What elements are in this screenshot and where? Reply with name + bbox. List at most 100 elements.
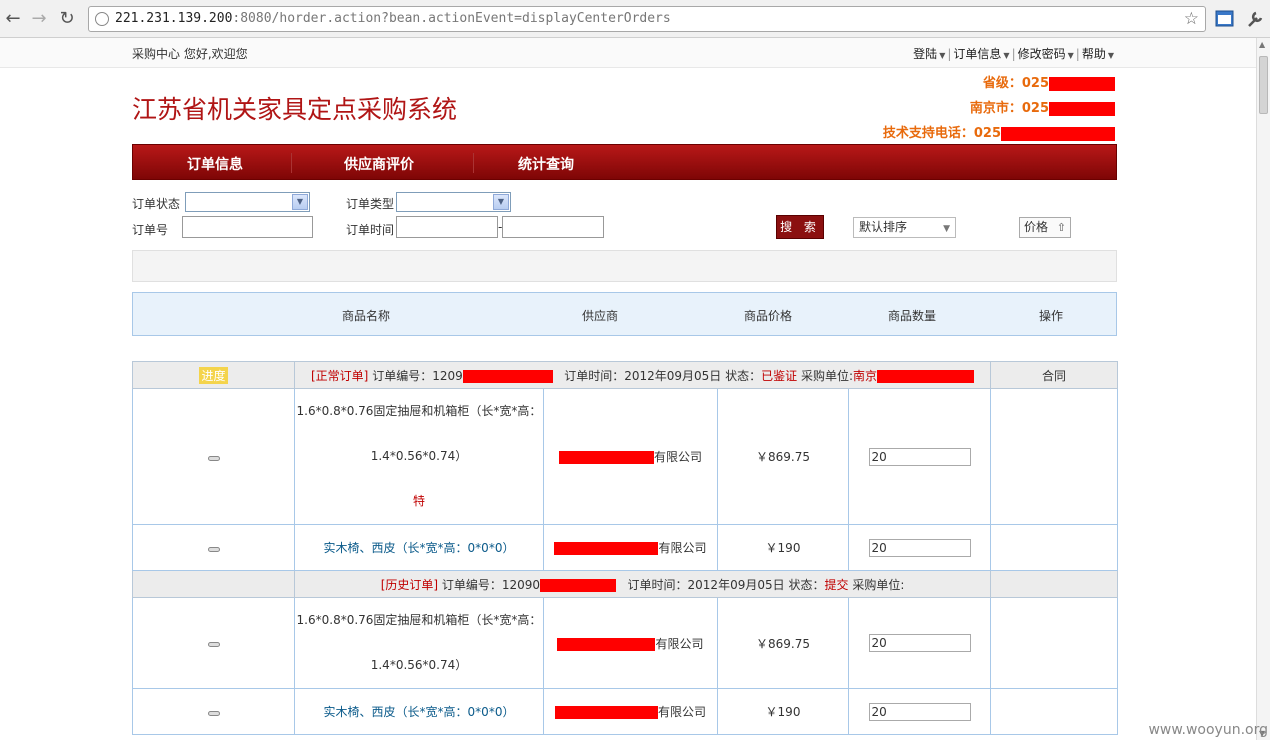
browser-toolbar: ← → ↻ 221.231.139.200:8080/horder.action… <box>0 0 1270 38</box>
quantity-input[interactable]: 20 <box>868 538 971 557</box>
nav-help[interactable]: 帮助 <box>1082 47 1106 61</box>
table-row: 实木椅、西皮（长*宽*高：0*0*0） 有限公司 ￥190 20 <box>132 688 1119 735</box>
vertical-scrollbar[interactable]: ▲ ▼ <box>1256 38 1270 740</box>
contact-support: 技术支持电话：025 <box>883 122 1115 141</box>
product-price: ￥190 <box>717 524 849 571</box>
redaction-bar <box>554 706 658 719</box>
order-type-tag: [历史订单] <box>380 577 439 592</box>
orders-table: 进度 [正常订单] 订单编号：1209 订单时间：2012年09月05日 状态：… <box>132 361 1119 735</box>
menu-supplier-review[interactable]: 供应商评价 <box>344 154 414 174</box>
contact-city: 南京市：025 <box>970 97 1115 116</box>
quantity-input[interactable]: 20 <box>868 702 971 721</box>
order-header-row: [历史订单] 订单编号：12090 订单时间：2012年09月05日 状态：提交… <box>132 570 1119 598</box>
welcome-text: 采购中心 您好,欢迎您 <box>132 47 248 61</box>
col-action: 操作 <box>1038 309 1064 323</box>
progress-tag[interactable]: 进度 <box>199 366 228 384</box>
detail-toggle-icon[interactable] <box>207 642 220 647</box>
quantity-input[interactable]: 20 <box>868 447 971 466</box>
order-status: 已鉴证 <box>761 368 798 383</box>
top-bar: 采购中心 您好,欢迎您 登陆 ▼ | 订单信息 ▼ | 修改密码 ▼ | 帮助 ▼ <box>0 38 1256 68</box>
product-name[interactable]: 1.6*0.8*0.76固定抽屉和机箱柜（长*宽*高： 1.4*0.56*0.7… <box>294 388 544 525</box>
purchasing-unit: 南京 <box>853 368 878 383</box>
address-bar[interactable]: 221.231.139.200:8080/horder.action?bean.… <box>88 6 1206 32</box>
purchasing-unit-label: 采购单位: <box>800 368 854 383</box>
redaction-bar <box>462 369 553 383</box>
col-supplier: 供应商 <box>581 309 619 323</box>
chevron-down-icon: ▼ <box>943 224 950 234</box>
time-start-input[interactable] <box>396 216 498 238</box>
chevron-down-icon: ▼ <box>1003 51 1010 60</box>
reload-icon[interactable]: ↻ <box>56 8 78 30</box>
redaction-bar <box>558 451 654 464</box>
status-select[interactable]: ▼ <box>185 192 310 212</box>
product-name[interactable]: 实木椅、西皮（长*宽*高：0*0*0） <box>294 688 544 735</box>
col-price: 商品价格 <box>743 309 793 323</box>
globe-icon <box>95 12 109 26</box>
redaction-bar <box>540 578 617 592</box>
top-nav: 登陆 ▼ | 订单信息 ▼ | 修改密码 ▼ | 帮助 ▼ <box>913 47 1114 61</box>
time-label: 订单时间 <box>346 223 395 237</box>
site-title: 江苏省机关家具定点采购系统 <box>132 95 458 124</box>
scroll-thumb[interactable] <box>1259 56 1268 114</box>
table-row: 1.6*0.8*0.76固定抽屉和机箱柜（长*宽*高： 1.4*0.56*0.7… <box>132 597 1119 689</box>
table-row: 实木椅、西皮（长*宽*高：0*0*0） 有限公司 ￥190 20 <box>132 524 1119 571</box>
supplier-name: 有限公司 <box>543 524 718 571</box>
nav-order-info[interactable]: 订单信息 <box>953 47 1001 61</box>
detail-toggle-icon[interactable] <box>207 546 220 552</box>
table-header: 商品名称 供应商 商品价格 商品数量 操作 <box>132 292 1117 336</box>
type-label: 订单类型 <box>346 197 395 211</box>
scroll-up-icon[interactable]: ▲ <box>1259 40 1265 49</box>
order-time: 订单时间：2012年09月05日 <box>627 577 785 592</box>
back-icon[interactable]: ← <box>2 8 24 30</box>
forward-icon[interactable]: → <box>28 8 50 30</box>
product-price: ￥190 <box>717 688 849 735</box>
menu-statistics[interactable]: 统计查询 <box>518 154 574 174</box>
detail-toggle-icon[interactable] <box>207 710 220 716</box>
nav-login[interactable]: 登陆 <box>913 47 937 61</box>
bookmark-star-icon[interactable]: ☆ <box>1184 9 1199 29</box>
filter-summary-box <box>132 250 1117 282</box>
type-select[interactable]: ▼ <box>396 192 511 212</box>
chevron-down-icon: ▼ <box>292 194 308 210</box>
menu-order-info[interactable]: 订单信息 <box>187 154 243 174</box>
order-number: 订单编号：1209 <box>372 368 463 383</box>
time-end-input[interactable] <box>502 216 604 238</box>
order-type-tag: [正常订单] <box>311 368 369 383</box>
contract-link[interactable]: 合同 <box>1042 369 1066 383</box>
chevron-down-icon: ▼ <box>1107 51 1114 60</box>
url-text: 221.231.139.200:8080/horder.action?bean.… <box>115 11 671 26</box>
order-time: 订单时间：2012年09月05日 <box>564 368 722 383</box>
status-label: 订单状态 <box>132 197 181 211</box>
nav-change-password[interactable]: 修改密码 <box>1018 47 1066 61</box>
supplier-name: 有限公司 <box>543 688 718 735</box>
order-number: 订单编号：12090 <box>441 577 541 592</box>
sort-select[interactable]: 默认排序 ▼ <box>853 217 956 238</box>
col-product-name: 商品名称 <box>341 309 391 323</box>
special-tag: 特 <box>412 494 425 508</box>
contact-province: 省级：025 <box>983 72 1115 91</box>
chevron-down-icon: ▼ <box>939 51 946 60</box>
price-sort-button[interactable]: 价格 ⇧ <box>1019 217 1071 238</box>
supplier-name: 有限公司 <box>543 597 718 689</box>
search-button[interactable]: 搜 索 <box>776 215 824 239</box>
order-status: 提交 <box>824 577 849 592</box>
product-name[interactable]: 实木椅、西皮（长*宽*高：0*0*0） <box>294 524 544 571</box>
order-no-input[interactable] <box>182 216 313 238</box>
wrench-icon[interactable] <box>1244 8 1266 30</box>
chevron-down-icon: ▼ <box>1067 51 1074 60</box>
supplier-name: 有限公司 <box>543 388 718 525</box>
purchasing-unit-label: 采购单位: <box>852 577 905 592</box>
redaction-bar <box>1001 126 1115 141</box>
sort-up-icon: ⇧ <box>1056 221 1066 234</box>
watermark: www.wooyun.org <box>1148 722 1268 738</box>
redaction-bar <box>877 369 975 383</box>
page-icon[interactable] <box>1214 8 1236 30</box>
col-quantity: 商品数量 <box>887 309 937 323</box>
detail-toggle-icon[interactable] <box>207 455 220 461</box>
main-menu: 订单信息 供应商评价 统计查询 <box>132 144 1117 180</box>
product-name[interactable]: 1.6*0.8*0.76固定抽屉和机箱柜（长*宽*高： 1.4*0.56*0.7… <box>294 597 544 689</box>
redaction-bar <box>554 542 659 555</box>
order-no-label: 订单号 <box>132 223 169 237</box>
product-price: ￥869.75 <box>717 597 849 689</box>
quantity-input[interactable]: 20 <box>868 634 971 652</box>
